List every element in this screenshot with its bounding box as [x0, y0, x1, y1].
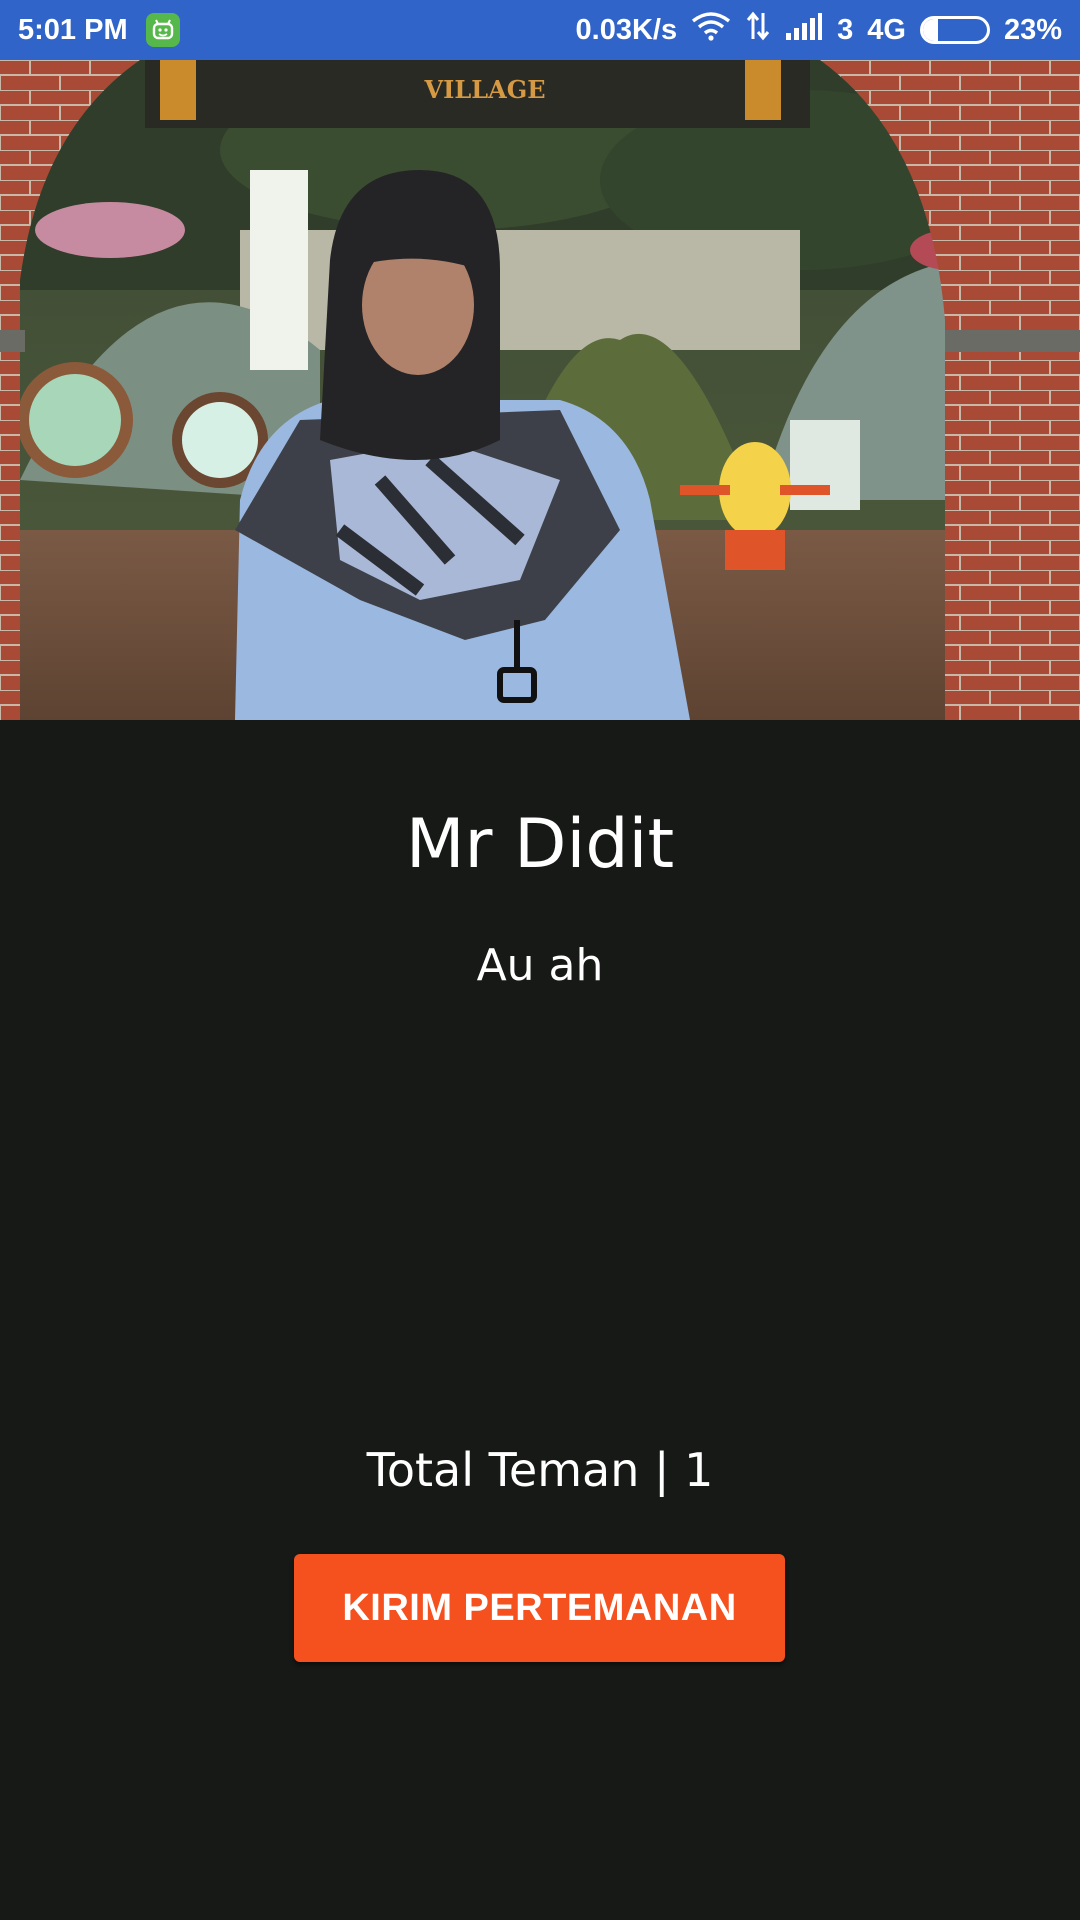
- battery-level: [922, 19, 938, 41]
- profile-photo[interactable]: VILLAGE: [0, 60, 1080, 720]
- status-bar-right: 0.03K/s 3 4G 23%: [576, 11, 1062, 49]
- data-activity-icon: [745, 11, 771, 49]
- profile-status: Au ah: [476, 940, 604, 991]
- sim-slot: 3: [837, 13, 854, 46]
- send-friend-request-button[interactable]: KIRIM PERTEMANAN: [294, 1554, 785, 1662]
- network-type: 4G: [867, 13, 906, 46]
- battery-percent: 23%: [1003, 13, 1062, 46]
- status-bar-left: 5:01 PM: [18, 13, 180, 47]
- sign-text: VILLAGE: [423, 75, 545, 104]
- signal-icon: [785, 11, 823, 49]
- network-speed: 0.03K/s: [575, 13, 678, 46]
- app-notification-icon: [145, 13, 180, 47]
- battery-icon: [919, 16, 990, 44]
- friends-count: Total Teman | 1: [366, 1443, 714, 1497]
- status-bar: 5:01 PM 0.03K/s 3 4G 23%: [0, 0, 1080, 60]
- wifi-icon: [691, 11, 731, 49]
- profile-name: Mr Didit: [405, 805, 675, 884]
- clock: 5:01 PM: [18, 13, 128, 46]
